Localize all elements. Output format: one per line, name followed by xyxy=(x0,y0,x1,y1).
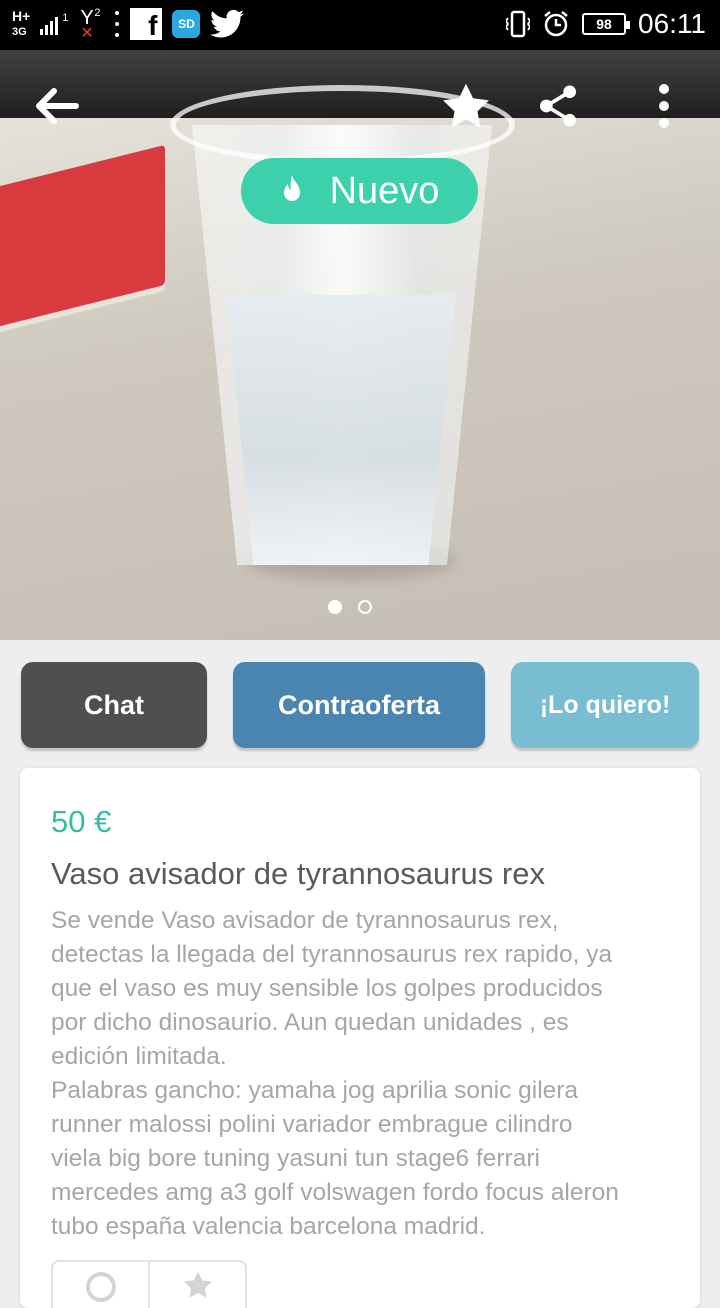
star-outline-icon xyxy=(183,1271,212,1298)
network-label: H+ xyxy=(12,8,31,24)
counteroffer-button[interactable]: Contraoferta xyxy=(233,662,485,748)
battery-level: 98 xyxy=(596,16,612,32)
flame-icon xyxy=(283,175,300,201)
favorite-button[interactable] xyxy=(438,78,494,134)
back-button[interactable] xyxy=(28,78,84,134)
overflow-menu-button[interactable] xyxy=(636,78,692,134)
product-description: Se vende Vaso avisador de tyrannosaurus … xyxy=(51,907,619,1240)
status-bar-right: 98 06:11 xyxy=(506,8,706,40)
signal-strength-icon xyxy=(40,13,59,35)
more-vertical-icon xyxy=(659,84,669,128)
star-icon xyxy=(443,83,489,128)
carousel-indicator xyxy=(328,600,372,614)
product-stats xyxy=(51,1260,247,1308)
views-stat xyxy=(53,1262,148,1308)
action-bar: Chat Contraoferta ¡Lo quiero! xyxy=(0,640,720,768)
sim1-label: 1 xyxy=(62,12,69,24)
chat-button[interactable]: Chat xyxy=(21,662,207,748)
alarm-icon xyxy=(544,11,568,37)
product-price: 50 € xyxy=(51,804,112,839)
product-image-carousel[interactable] xyxy=(0,50,720,640)
new-badge: Nuevo xyxy=(241,158,478,224)
arrow-left-icon xyxy=(36,88,79,124)
sd-card-icon: SD xyxy=(172,10,201,38)
new-badge-label: Nuevo xyxy=(329,169,440,212)
carousel-dot[interactable] xyxy=(358,600,372,614)
status-bar-left: H+ 3G 1 Y ✕ 2 f SD xyxy=(12,7,245,42)
facebook-icon: f xyxy=(130,8,163,40)
sd-label: SD xyxy=(178,17,195,31)
product-title: Vaso avisador de tyrannosaurus rex xyxy=(51,856,545,891)
sim2-label: 2 xyxy=(94,7,101,19)
status-bar: H+ 3G 1 Y ✕ 2 f SD 98 06:11 xyxy=(0,0,720,50)
eye-icon xyxy=(85,1272,116,1302)
no-signal-sim2-icon: Y ✕ 2 xyxy=(80,7,101,42)
clock: 06:11 xyxy=(638,8,706,39)
network-type-label: 3G xyxy=(12,26,27,38)
battery-indicator: 98 xyxy=(582,13,630,35)
twitter-icon xyxy=(210,9,245,38)
share-button[interactable] xyxy=(530,78,586,134)
product-details-card: 50 € Vaso avisador de tyrannosaurus rex … xyxy=(20,768,700,1308)
share-icon xyxy=(540,85,576,127)
more-notifications-icon xyxy=(114,11,120,37)
network-indicator: H+ 3G xyxy=(12,9,30,39)
favorites-stat xyxy=(148,1262,245,1308)
carousel-dot-active[interactable] xyxy=(328,600,342,614)
photo-plastic-cup xyxy=(170,85,515,565)
buy-button[interactable]: ¡Lo quiero! xyxy=(511,662,699,748)
vibrate-icon xyxy=(506,10,530,38)
